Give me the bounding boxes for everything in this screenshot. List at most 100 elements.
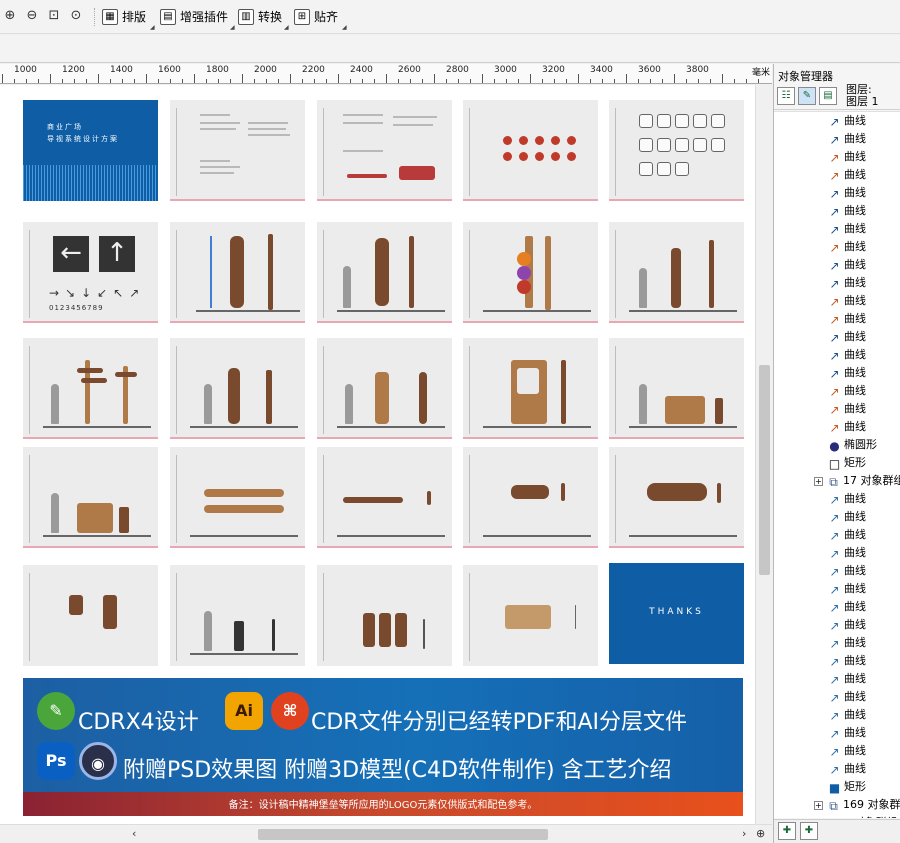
expand-icon[interactable]: + (814, 801, 823, 810)
tree-object-item[interactable]: ● 椭圆形 (828, 436, 877, 454)
tree-object-item[interactable]: ↗ 曲线 (828, 724, 866, 742)
tree-object-item[interactable]: ↗ 曲线 (828, 598, 866, 616)
tree-object-item[interactable]: ↗ 曲线 (828, 742, 866, 760)
slide-text-page-2[interactable] (317, 100, 452, 201)
slide-floor-directory[interactable] (170, 338, 305, 439)
slide-directional-sign[interactable] (23, 338, 158, 439)
tree-object-item[interactable]: ↗ 曲线 (828, 562, 866, 580)
tree-object-item[interactable]: ↗ 曲线 (828, 220, 866, 238)
tree-object-item[interactable]: ↗ 曲线 (828, 760, 866, 778)
slide-arrow-system[interactable]: ← ↑ →↘↓↙↖↗ 0123456789 (23, 222, 158, 323)
tree-object-item[interactable]: ↗ 曲线 (828, 364, 866, 382)
tree-object-item[interactable]: ↗ 曲线 (828, 490, 866, 508)
snap-dropdown-arrow[interactable]: ◢ (342, 24, 347, 31)
layer-manager-view-icon[interactable]: ▤ (819, 87, 837, 105)
tree-object-item[interactable]: ↗ 曲线 (828, 292, 866, 310)
slide-prohibition-icons[interactable] (463, 100, 598, 201)
layout-button[interactable]: ▦ 排版 (102, 8, 146, 26)
zoom-icon[interactable]: ⊕ (756, 827, 765, 840)
show-properties-icon[interactable]: ☷ (777, 87, 795, 105)
zoom-out-icon[interactable]: ⊖ (24, 8, 40, 24)
new-master-layer-icon[interactable]: ✚ (800, 822, 818, 840)
slide-info-column[interactable] (317, 338, 452, 439)
slide-hanging-sign-1[interactable] (170, 447, 305, 548)
scroll-right-icon[interactable]: › (742, 827, 746, 840)
convert-dropdown-arrow[interactable]: ◢ (284, 24, 289, 31)
curve-icon: ↗ (829, 511, 840, 525)
edit-across-layers-icon[interactable]: ✎ (798, 87, 816, 105)
snap-button[interactable]: ⊞ 贴齐 (294, 8, 338, 26)
horizontal-ruler[interactable]: 1000 1200 1400 1600 1800 2000 2200 2400 … (0, 64, 772, 84)
layout-dropdown-arrow[interactable]: ◢ (150, 24, 155, 31)
slide-blade-sign[interactable] (23, 565, 158, 666)
slide-hanging-sign-2[interactable] (317, 447, 452, 548)
slide-cover[interactable]: 商业广场 导视系统设计方案 (23, 100, 158, 201)
tree-object-item[interactable]: ↗ 曲线 (828, 508, 866, 526)
plugin-dropdown-arrow[interactable]: ◢ (230, 24, 235, 31)
tree-object-item[interactable]: ↗ 曲线 (828, 382, 866, 400)
tree-object-item[interactable]: ↗ 曲线 (828, 202, 866, 220)
zoom-in-icon[interactable]: ⊕ (2, 8, 18, 24)
tree-object-item[interactable]: ↗ 曲线 (828, 130, 866, 148)
tree-object-item[interactable]: ↗ 曲线 (828, 166, 866, 184)
tree-object-item[interactable]: ↗ 曲线 (828, 580, 866, 598)
tree-object-item[interactable]: ↗ 曲线 (828, 706, 866, 724)
tree-object-item[interactable]: ↗ 曲线 (828, 634, 866, 652)
tree-item-label: 曲线 (844, 762, 866, 775)
tree-object-item[interactable]: ↗ 曲线 (828, 688, 866, 706)
slide-plaque[interactable] (463, 565, 598, 666)
object-tree[interactable]: ↗ 曲线 ↗ 曲线 ↗ 曲线 ↗ 曲线 ↗ 曲线 ↗ 曲线 ↗ 曲线 ↗ 曲线 ↗ 曲线 ↗ 曲线 ↗ 曲线 ↗ 曲线 ↗ 曲线 ↗… (774, 111, 900, 818)
tree-object-item[interactable]: ↗ 曲线 (828, 328, 866, 346)
new-layer-icon[interactable]: ✚ (778, 822, 796, 840)
tree-object-item[interactable]: ↗ 曲线 (828, 544, 866, 562)
tree-object-item[interactable]: ↗ 曲线 (828, 256, 866, 274)
slide-thanks[interactable]: THANKS (609, 563, 744, 664)
tree-object-item[interactable]: ↗ 曲线 (828, 310, 866, 328)
convert-button[interactable]: ▥ 转换 (238, 8, 282, 26)
plugin-button[interactable]: ▤ 增强插件 (160, 8, 228, 26)
tree-object-item[interactable]: ↗ 曲线 (828, 400, 866, 418)
tree-group-item[interactable]: + ⧉ 17 对象群组 (814, 472, 900, 490)
slide-wall-sign-2[interactable] (609, 447, 744, 548)
tree-object-item[interactable]: ↗ 曲线 (828, 274, 866, 292)
tree-object-item[interactable]: ↗ 曲线 (828, 526, 866, 544)
tree-object-item[interactable]: ↗ 曲线 (828, 652, 866, 670)
tree-object-item[interactable]: ↗ 曲线 (828, 148, 866, 166)
tree-object-item[interactable]: ↗ 曲线 (828, 346, 866, 364)
tree-object-item[interactable]: ↗ 曲线 (828, 670, 866, 688)
curve-icon: ↗ (829, 565, 840, 579)
slide-kiosk[interactable] (170, 565, 305, 666)
expand-icon[interactable]: + (814, 477, 823, 486)
current-layer-label: 图层: 图层 1 (846, 84, 879, 108)
tree-group-item[interactable]: + ⧉ 169 对象群组 (814, 796, 900, 814)
vertical-scrollbar[interactable] (755, 85, 772, 824)
fortress-dot (517, 252, 531, 266)
slide-wall-sign-1[interactable] (463, 447, 598, 548)
zoom-fit-icon[interactable]: ⊡ (46, 8, 62, 24)
tree-object-item[interactable]: □ 矩形 (828, 454, 866, 472)
horizontal-scroll-thumb[interactable] (258, 829, 548, 840)
tree-object-item[interactable]: ↗ 曲线 (828, 184, 866, 202)
tree-object-item[interactable]: ↗ 曲线 (828, 238, 866, 256)
tree-object-item[interactable]: ■ 矩形 (828, 778, 866, 796)
tree-object-item[interactable]: ↗ 曲线 (828, 616, 866, 634)
vertical-scroll-thumb[interactable] (759, 365, 770, 575)
slide-pictogram-icons[interactable] (609, 100, 744, 201)
slide-trash-bins[interactable] (317, 565, 452, 666)
zoom-page-icon[interactable]: ⊙ (68, 8, 84, 24)
tree-object-item[interactable]: ↗ 曲线 (828, 112, 866, 130)
slide-totem-sign-3[interactable] (609, 222, 744, 323)
slide-totem-sign-2[interactable] (317, 222, 452, 323)
horizontal-scrollbar[interactable]: ‹ › ⊕ (0, 824, 772, 843)
slide-map-board[interactable] (463, 338, 598, 439)
slide-spiritual-fortress[interactable] (463, 222, 598, 323)
slide-totem-sign-1[interactable] (170, 222, 305, 323)
bin-graphic (395, 613, 407, 647)
slide-text-page-1[interactable] (170, 100, 305, 201)
slide-low-directory[interactable] (609, 338, 744, 439)
tree-object-item[interactable]: ↗ 曲线 (828, 418, 866, 436)
scroll-left-icon[interactable]: ‹ (132, 827, 136, 840)
tree-group-item[interactable]: +⧉2 对象群组 (814, 814, 897, 818)
slide-toilet-sign[interactable] (23, 447, 158, 548)
drawing-canvas[interactable]: 商业广场 导视系统设计方案 ← ↑ →↘↓↙↖↗ 0123456789 THAN… (0, 85, 755, 824)
